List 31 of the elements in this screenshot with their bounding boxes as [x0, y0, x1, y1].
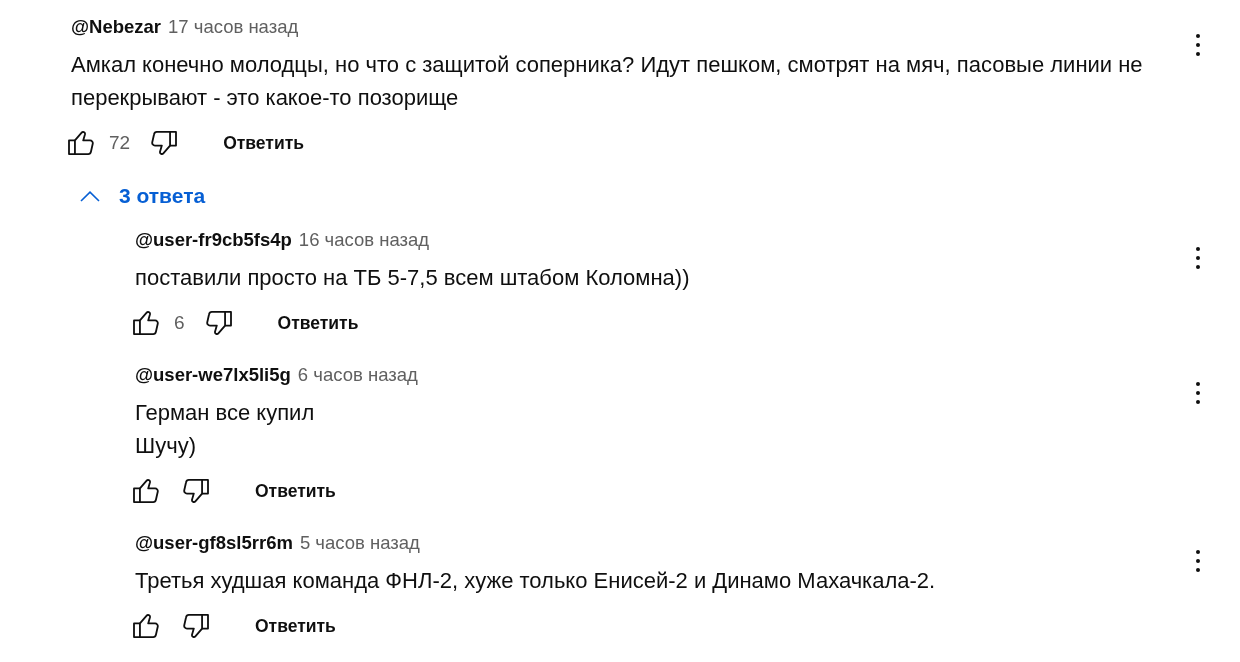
thumbs-down-icon	[151, 131, 178, 155]
author-link[interactable]: @Nebezar	[71, 16, 162, 38]
like-count: 6	[174, 312, 185, 334]
reply-button[interactable]: Ответить	[239, 473, 352, 509]
comment-text: поставили просто на ТБ 5-7,5 всем штабом Коломна))	[135, 264, 691, 292]
kebab-menu-icon	[1196, 247, 1200, 269]
thumbs-down-icon	[183, 479, 209, 503]
thumbs-up-icon	[133, 614, 159, 638]
comment-text: Герман все купил Шучу)	[135, 399, 316, 460]
kebab-menu-icon	[1196, 34, 1200, 56]
thumbs-up-icon	[68, 131, 94, 155]
comment-text: Третья худшая команда ФНЛ-2, хуже только Енисей-2 и Динамо Махачкала-2.	[135, 567, 937, 595]
timestamp: 17 часов назад	[168, 16, 299, 38]
comment-text: Амкал конечно молодцы, но что с защитой соперника? Идут пешком, смотрят на мяч, пасовые линии не перекрывают - это какое-то позорище	[71, 51, 1144, 112]
thumbs-up-icon	[133, 311, 159, 335]
reply-button[interactable]: Ответить	[239, 608, 352, 644]
reply-button[interactable]: Ответить	[261, 305, 375, 341]
timestamp: 16 часов назад	[298, 229, 430, 251]
thumbs-down-icon	[183, 614, 209, 638]
thumbs-up-icon	[133, 479, 159, 503]
like-count: 72	[109, 132, 131, 154]
replies-toggle[interactable]: 3 ответа	[71, 178, 222, 214]
author-link[interactable]: @user-fr9cb5fs4p	[135, 229, 292, 251]
thumbs-down-icon	[205, 311, 232, 335]
timestamp: 6 часов назад	[297, 364, 418, 386]
kebab-menu-icon	[1196, 550, 1200, 572]
timestamp: 5 часов назад	[299, 532, 420, 554]
reply-button[interactable]: Ответить	[207, 125, 320, 161]
author-link[interactable]: @user-we7lx5li5g	[135, 364, 291, 386]
author-link[interactable]: @user-gf8sl5rr6m	[135, 532, 293, 554]
kebab-menu-icon	[1196, 382, 1200, 404]
